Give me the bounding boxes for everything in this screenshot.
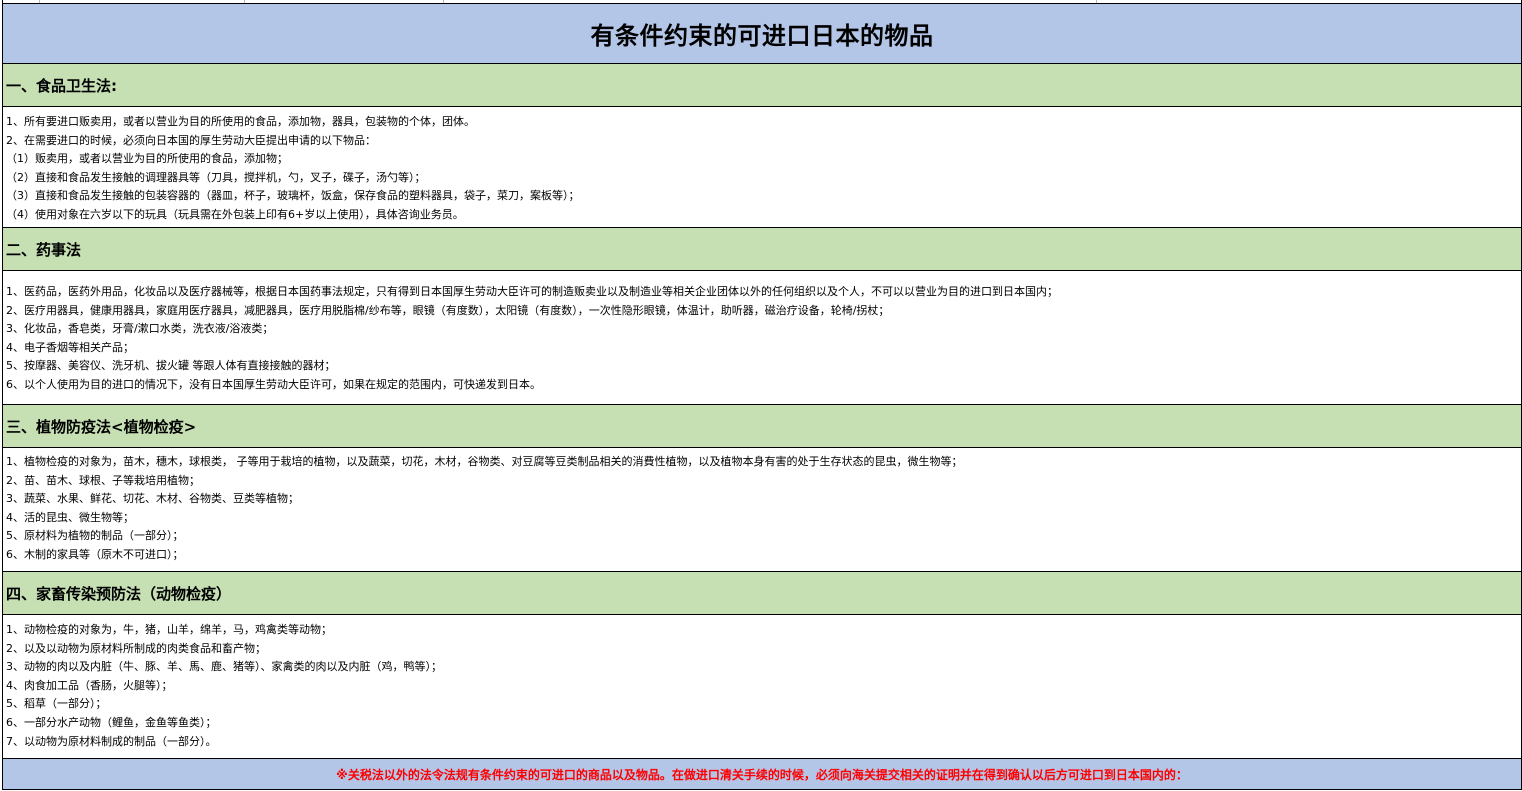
list-item: 1、植物检疫的对象为，苗木，穗木，球根类， 子等用于栽培的植物，以及蔬菜，切花，… [6,455,963,468]
list-item: 7、以动物为原材料制成的制品（一部分）。 [6,734,217,748]
list-item: 5、按摩器、美容仪、洗牙机、拔火罐 等跟人体有直接接触的器材； [6,359,336,373]
list-item: 6、以个人使用为目的进口的情况下，没有日本国厚生劳动大臣许可，如果在规定的范围内… [6,377,541,391]
list-item: 1、所有要进口贩卖用，或者以营业为目的所使用的食品，添加物，器具，包装物的个体，… [6,115,475,128]
list-item: 5、原材料为植物的制品（一部分）； [6,529,184,543]
list-item: 2、在需要进口的时候，必须向日本国的厚生劳动大臣提出申请的以下物品： [6,133,376,147]
list-item: 6、一部分水产动物（鲤鱼，金鱼等鱼类）； [6,715,217,729]
list-item: 3、蔬菜、水果、鲜花、切花、木材、谷物类、豆类等植物； [6,492,299,506]
footer-note-cell[interactable]: ※关税法以外的法令法规有条件约束的可进口的商品以及物品。在做进口清关手续的时候，… [3,759,1521,789]
list-item: 2、苗、苗木、球根、子等栽培用植物； [6,473,200,487]
section-header-pharmaceutical[interactable]: 二、药事法 [3,228,1521,271]
list-item: 1、动物检疫的对象为，牛，猪，山羊，绵羊，马，鸡禽类等动物； [6,623,332,636]
section-title: 一、食品卫生法: [6,76,117,95]
list-item: （4）使用对象在六岁以下的玩具（玩具需在外包装上印有6+岁以上使用），具体咨询业… [6,207,464,221]
list-item: （2）直接和食品发生接触的调理器具等（刀具，搅拌机，勺，叉子，碟子，汤勺等）； [6,170,426,184]
section-title: 四、家畜传染预防法（动物检疫） [6,584,232,603]
section-header-food-sanitation[interactable]: 一、食品卫生法: [3,64,1521,107]
list-item: 6、木制的家具等（原木不可进口）； [6,547,184,561]
spreadsheet-sheet: 有条件约束的可进口日本的物品 一、食品卫生法: 1、所有要进口贩卖用，或者以营业… [2,0,1522,790]
section-body-animal-quarantine[interactable]: 1、动物检疫的对象为，牛，猪，山羊，绵羊，马，鸡禽类等动物； 2、以及以动物为原… [3,615,1521,759]
list-item: 4、活的昆虫、微生物等； [6,510,134,524]
list-item: 2、以及以动物为原材料所制成的肉类食品和畜产物； [6,641,266,655]
list-item: 1、医药品，医药外用品，化妆品以及医疗器械等，根据日本国药事法规定，只有得到日本… [6,285,1058,298]
list-item: 2、医疗用器具，健康用器具，家庭用医疗器具，减肥器具，医疗用脱脂棉/纱布等，眼镜… [6,303,890,317]
section-title: 二、药事法 [6,240,82,259]
page-title: 有条件约束的可进口日本的物品 [590,22,934,50]
section-body-pharmaceutical[interactable]: 1、医药品，医药外用品，化妆品以及医疗器械等，根据日本国药事法规定，只有得到日本… [3,271,1521,405]
footer-note: ※关税法以外的法令法规有条件约束的可进口的商品以及物品。在做进口清关手续的时候，… [336,767,1188,782]
section-body-plant-quarantine[interactable]: 1、植物检疫的对象为，苗木，穗木，球根类， 子等用于栽培的植物，以及蔬菜，切花，… [3,448,1521,572]
title-cell[interactable]: 有条件约束的可进口日本的物品 [3,3,1521,64]
list-item: 4、肉食加工品（香肠，火腿等）； [6,678,173,692]
list-item: 3、化妆品，香皂类，牙膏/漱口水类，洗衣液/浴液类； [6,322,274,336]
section-header-animal-quarantine[interactable]: 四、家畜传染预防法（动物检疫） [3,572,1521,615]
section-header-plant-quarantine[interactable]: 三、植物防疫法<植物检疫> [3,405,1521,448]
list-item: 3、动物的肉以及内脏（牛、豚、羊、馬、鹿、猪等）、家禽类的肉以及内脏（鸡，鸭等）… [6,660,442,674]
list-item: （1）贩卖用，或者以营业为目的所使用的食品，添加物； [6,152,288,166]
list-item: 4、电子香烟等相关产品； [6,340,134,354]
list-item: （3）直接和食品发生接触的包装容器的（器皿，杯子，玻璃杯，饭盒，保存食品的塑料器… [6,189,580,203]
section-title: 三、植物防疫法<植物检疫> [6,417,197,436]
list-item: 5、稻草（一部分）； [6,697,107,711]
section-body-food-sanitation[interactable]: 1、所有要进口贩卖用，或者以营业为目的所使用的食品，添加物，器具，包装物的个体，… [3,107,1521,228]
